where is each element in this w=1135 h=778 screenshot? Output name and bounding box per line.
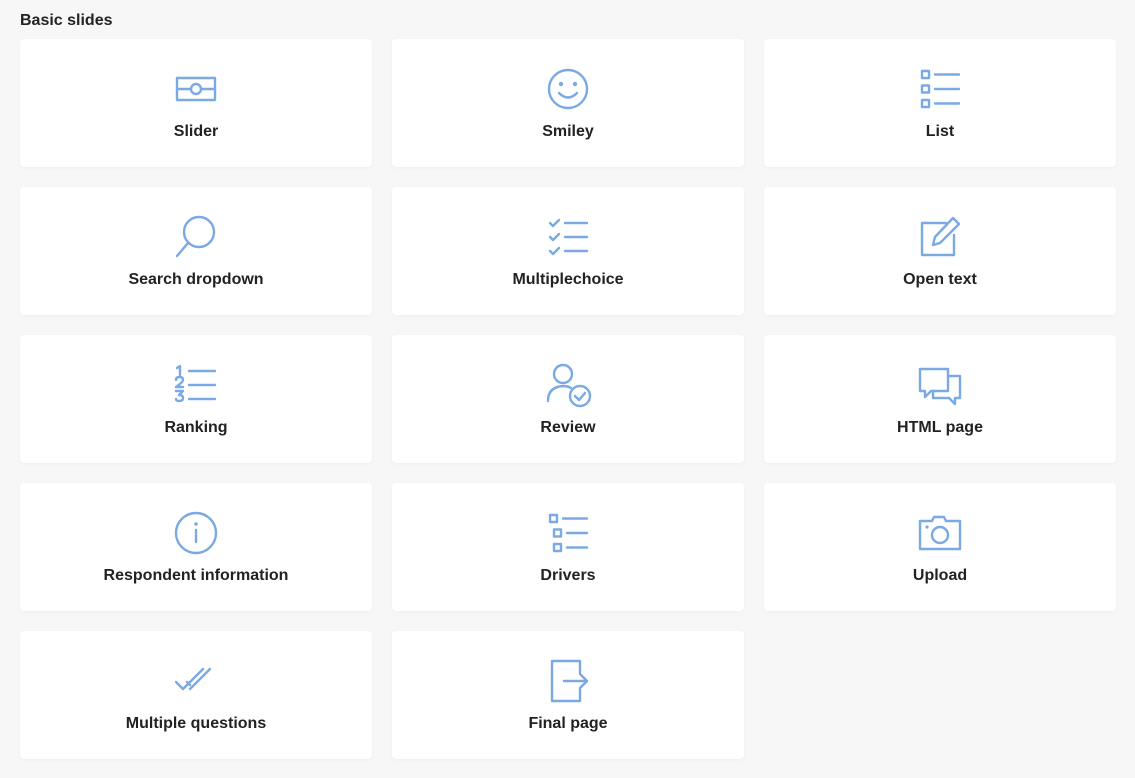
slide-card-label: Drivers: [540, 567, 596, 584]
slide-card-multiplechoice[interactable]: Multiplechoice: [392, 187, 744, 315]
slide-card-smiley[interactable]: Smiley: [392, 39, 744, 167]
user-check-icon: [544, 361, 592, 409]
search-icon: [172, 213, 220, 261]
slide-card-upload[interactable]: Upload: [764, 483, 1116, 611]
slide-card-label: Open text: [903, 271, 977, 288]
slide-card-open-text[interactable]: Open text: [764, 187, 1116, 315]
list-icon: [916, 65, 964, 113]
edit-icon: [916, 213, 964, 261]
checklist-icon: [544, 213, 592, 261]
info-icon: [172, 509, 220, 557]
slide-card-review[interactable]: Review: [392, 335, 744, 463]
camera-icon: [916, 509, 964, 557]
section-title: Basic slides: [20, 12, 113, 29]
slide-card-ranking[interactable]: Ranking: [20, 335, 372, 463]
slide-card-multiple-questions[interactable]: Multiple questions: [20, 631, 372, 759]
smiley-icon: [544, 65, 592, 113]
slide-card-label: Ranking: [164, 419, 228, 436]
slide-card-label: Multiple questions: [125, 715, 267, 732]
slide-card-respondent-information[interactable]: Respondent information: [20, 483, 372, 611]
slide-card-label: Search dropdown: [128, 271, 264, 288]
slider-icon: [172, 65, 220, 113]
slide-card-label: Slider: [173, 123, 219, 140]
slide-card-label: Upload: [912, 567, 968, 584]
slide-card-final-page[interactable]: Final page: [392, 631, 744, 759]
double-check-icon: [172, 657, 220, 705]
numbered-list-icon: [172, 361, 220, 409]
drivers-list-icon: [544, 509, 592, 557]
slide-card-list[interactable]: List: [764, 39, 1116, 167]
slide-type-grid: Slider Smiley List Search dropdown Multi…: [20, 39, 1116, 759]
slide-card-label: List: [925, 123, 955, 140]
slide-card-label: Final page: [528, 715, 608, 732]
slide-card-drivers[interactable]: Drivers: [392, 483, 744, 611]
chat-bubbles-icon: [916, 361, 964, 409]
slide-card-label: Respondent information: [103, 567, 289, 584]
slide-card-search-dropdown[interactable]: Search dropdown: [20, 187, 372, 315]
exit-icon: [544, 657, 592, 705]
slide-card-label: Smiley: [542, 123, 594, 140]
slide-card-html-page[interactable]: HTML page: [764, 335, 1116, 463]
slide-card-label: HTML page: [897, 419, 983, 436]
slide-card-slider[interactable]: Slider: [20, 39, 372, 167]
slide-card-label: Review: [540, 419, 596, 436]
slide-card-label: Multiplechoice: [512, 271, 624, 288]
